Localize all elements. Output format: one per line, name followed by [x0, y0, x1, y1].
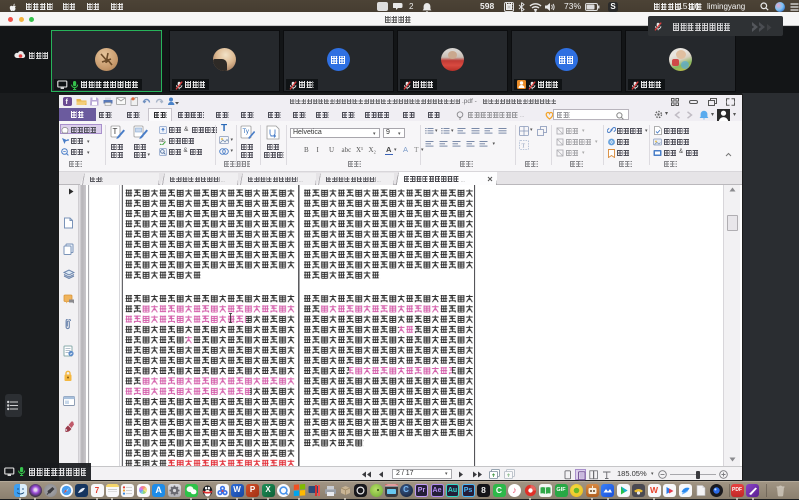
svg-text:T: T [522, 144, 526, 150]
svg-text:Ty: Ty [243, 129, 249, 135]
svg-text:T: T [113, 127, 118, 136]
